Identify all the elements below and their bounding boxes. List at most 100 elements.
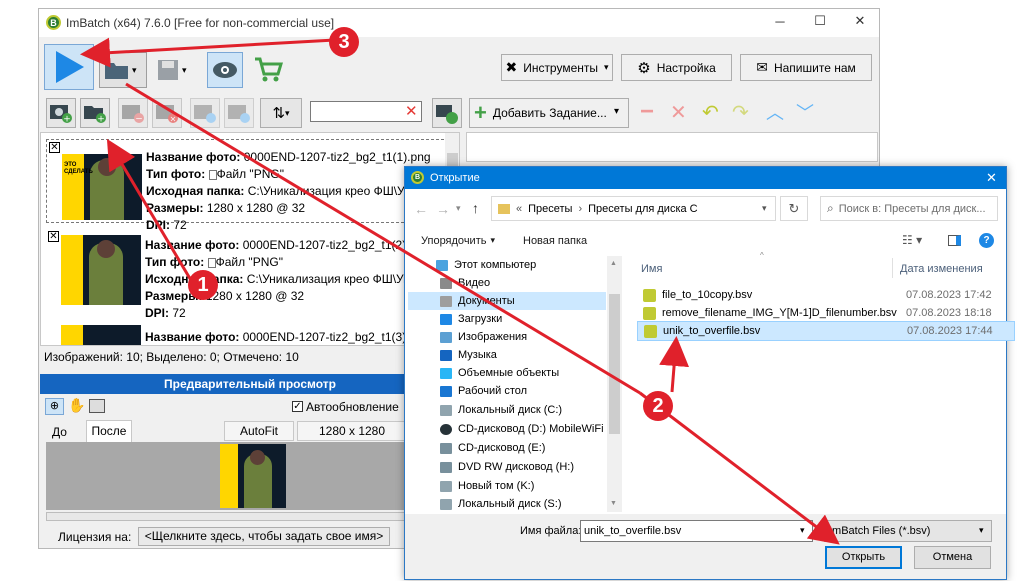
save-icon [158,60,178,80]
breadcrumb-item[interactable]: Пресеты для диска C [588,203,697,215]
contact-button[interactable]: ✉ Напишите нам [740,54,872,81]
shop-button[interactable] [250,52,286,88]
tab-before[interactable]: До [46,422,82,442]
move-down-image-button[interactable] [224,98,254,128]
organize-button[interactable]: Упорядочить ▾ [421,235,495,247]
undo-icon[interactable]: ↶ [702,101,719,125]
dialog-close-button[interactable]: ✕ [986,170,997,186]
filename-input[interactable]: unik_to_overfile.bsv [580,520,813,542]
image-settings-button[interactable] [432,98,462,128]
add-task-button[interactable]: + Добавить Задание... [469,98,629,128]
license-name-button[interactable]: <Щелкните здесь, чтобы задать свое имя> [138,527,390,546]
tree-item-drive-d[interactable]: CD-дисковод (D:) MobileWiFi [440,420,604,438]
image-list-panel[interactable]: ✕ ЭТО СДЕЛАТЬ Название фото: 0000END-120… [40,132,460,346]
image-list-item[interactable]: ✕ Название фото: 0000END-1207-tiz2_bg2_t… [46,229,454,320]
sort-button[interactable]: ⇅ ▾ [260,98,302,128]
tools-label: Инструменты [523,60,599,75]
file-type-dropdown-icon[interactable]: ▾ [979,525,984,536]
task-list-panel[interactable] [466,132,878,162]
preview-toggle-button[interactable] [207,52,243,88]
tree-item-drive-k[interactable]: Новый том (K:) [440,477,534,495]
move-task-up-icon[interactable]: ︿ [766,102,784,124]
new-folder-button[interactable]: Новая папка [523,235,587,247]
settings-button[interactable]: ⚙ Настройка [621,54,732,81]
breadcrumb-sep-icon: « [516,202,523,215]
cancel-button[interactable]: Отмена [914,546,991,569]
add-folder-button[interactable]: + [80,98,110,128]
wrench-icon: ✖ [505,59,518,75]
image-list-item[interactable]: Название фото: 0000END-1207-tiz2_bg2_t1(… [46,321,454,345]
open-preset-button[interactable]: ▾ [99,52,147,88]
preview-pane-icon[interactable] [948,235,961,246]
tree-item-3d-objects[interactable]: Объемные объекты [440,364,559,382]
file-type-select[interactable]: ImBatch Files (*.bsv) [824,520,992,542]
column-header-date[interactable]: Дата изменения [900,263,983,275]
dialog-search-box[interactable]: ⌕ Поиск в: Пресеты для диск... [820,196,998,221]
refresh-button[interactable]: ↻ [780,196,808,221]
move-task-down-icon[interactable]: ﹀ [796,102,814,124]
tree-item-music[interactable]: Музыка [440,346,497,364]
breadcrumb-item[interactable]: Пресеты [528,203,572,215]
add-task-dropdown-icon[interactable]: ▾ [614,106,619,117]
clear-images-button[interactable]: × [152,98,182,128]
pictures-folder-icon [440,331,452,343]
tree-item-video[interactable]: Видео [440,274,490,292]
clear-filter-icon[interactable]: ✕ [405,102,418,120]
crop-tool-icon[interactable] [89,399,105,413]
move-up-image-button[interactable] [190,98,220,128]
nav-tree-scrollbar[interactable]: ▲ ▼ [607,256,622,512]
item-checkbox[interactable]: ✕ [48,231,59,242]
tree-item-this-pc[interactable]: Этот компьютер [436,256,536,274]
move-up-icon [194,105,216,123]
up-folder-icon[interactable]: ↑ [472,200,479,216]
size-value: 1280 x 1280 @ 32 [205,289,305,303]
drive-icon [440,498,452,510]
tree-item-desktop[interactable]: Рабочий стол [440,382,527,400]
remove-task-icon[interactable]: − [640,100,654,124]
preview-scrollbar[interactable] [46,512,406,521]
zoom-tool-button[interactable]: ⊕ [45,398,64,415]
back-icon[interactable]: ← [414,201,428,217]
autofit-button[interactable]: AutoFit [224,421,294,441]
close-button[interactable]: ✕ [850,13,870,29]
column-header-name[interactable]: Имя [641,263,662,275]
item-checkbox[interactable]: ✕ [49,142,60,153]
tree-item-pictures[interactable]: Изображения [440,328,527,346]
svg-text:+: + [97,115,105,125]
history-dropdown-icon[interactable]: ▾ [456,203,461,214]
name-label: Название фото: [145,238,240,252]
filename-dropdown-icon[interactable]: ▾ [800,525,805,536]
delete-task-icon[interactable]: ✕ [670,101,687,125]
tree-item-downloads[interactable]: Загрузки [440,310,502,328]
app-logo-icon: B [46,15,61,30]
clear-images-icon: × [156,105,178,124]
run-button[interactable] [44,44,94,90]
image-list-item[interactable]: ✕ ЭТО СДЕЛАТЬ Название фото: 0000END-120… [46,139,454,232]
autoupdate-checkbox[interactable]: ✓ [292,401,303,412]
file-row[interactable]: file_to_10copy.bsv 07.08.2023 17:42 [637,286,1015,304]
view-options-icon[interactable]: ☷ ▾ [902,233,922,247]
forward-icon[interactable]: → [436,201,450,217]
hand-tool-icon[interactable]: ✋ [68,397,85,414]
tab-after[interactable]: После [86,420,132,442]
tools-button[interactable]: ✖ Инструменты ▾ [501,54,613,81]
file-row[interactable]: remove_filename_IMG_Y[M-1]D_filenumber.b… [637,304,1015,322]
redo-icon[interactable]: ↷ [732,101,749,125]
add-image-button[interactable]: + [46,98,76,128]
minimize-button[interactable]: ─ [770,14,790,29]
address-bar[interactable]: « Пресеты › Пресеты для диска C [491,196,776,221]
tree-expand-icon[interactable]: ⌄ [424,259,432,270]
tree-item-drive-s[interactable]: Локальный диск (S:) [440,495,562,513]
tree-item-drive-c[interactable]: Локальный диск (C:) [440,401,562,419]
maximize-button[interactable]: ☐ [810,13,830,29]
file-row-selected[interactable]: unik_to_overfile.bsv 07.08.2023 17:44 [637,321,1015,341]
save-preset-button[interactable]: ▾ [151,52,197,88]
tree-item-drive-e[interactable]: CD-дисковод (E:) [440,439,545,457]
tree-item-documents[interactable]: Документы [440,292,515,310]
remove-image-button[interactable]: − [118,98,148,128]
help-icon[interactable]: ? [979,233,994,248]
tree-item-drive-h[interactable]: DVD RW дисковод (H:) [440,458,574,476]
open-button[interactable]: Открыть [825,546,902,569]
address-dropdown-icon[interactable]: ▾ [762,203,767,214]
type-value: Файл "PNG" [216,167,284,181]
